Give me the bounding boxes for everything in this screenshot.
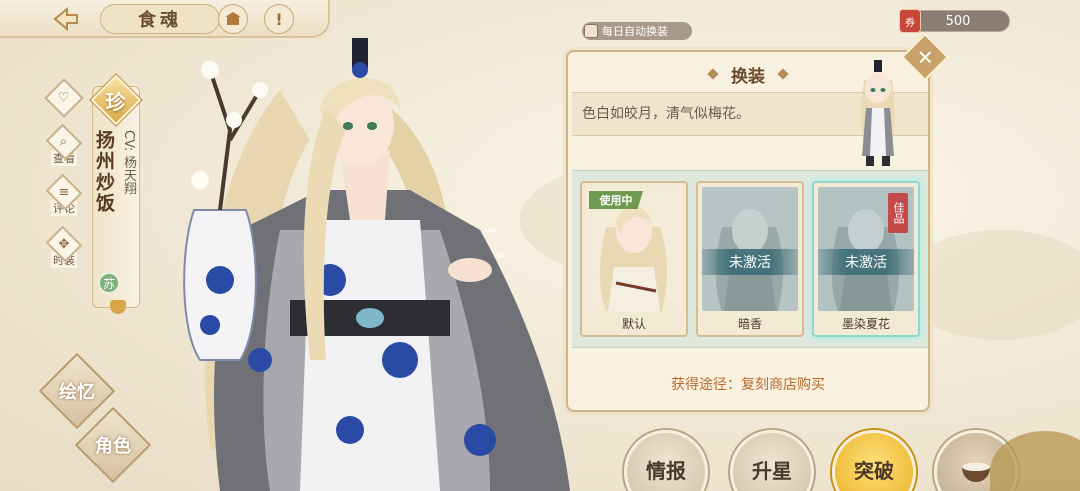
locked-label: 未激活: [729, 255, 771, 271]
breakthrough-label: 突破: [854, 459, 894, 483]
panel-title: 换装: [731, 66, 765, 87]
region-badge: 苏: [98, 272, 120, 294]
skin-card-moranxiahua[interactable]: 佳品 未激活 墨染夏花: [812, 181, 920, 337]
ticket-icon: 券: [899, 9, 921, 33]
favorite-button[interactable]: ♡: [44, 78, 84, 120]
costume-button[interactable]: ✥ 时装: [45, 225, 83, 268]
ornament-icon: [707, 68, 719, 80]
skin-card-anxiang[interactable]: 未激活 暗香: [696, 181, 804, 337]
view-button[interactable]: ⌕ 查看: [45, 123, 83, 166]
close-icon: ✕: [916, 44, 934, 69]
locked-label: 未激活: [845, 255, 887, 271]
character-name: 扬州炒饭: [93, 130, 115, 214]
info-label: 情报: [646, 459, 686, 483]
skin-art: 佳品 未激活: [818, 187, 914, 311]
skin-list: 使用中 默认 未激活 暗香 佳品 未激活 墨染夏花: [572, 170, 928, 348]
heart-icon: ♡: [44, 78, 84, 118]
skin-art: 未激活: [702, 187, 798, 311]
voice-actor: CV: 杨天翔: [121, 130, 136, 195]
currency-display: 券 500: [899, 9, 1010, 33]
skin-name: 墨染夏花: [841, 317, 890, 331]
back-button[interactable]: [48, 4, 84, 34]
chibi-preview: [861, 60, 895, 166]
rarity-badge: 珍: [90, 74, 142, 126]
description-text: 色白如皎月，清气似梅花。: [582, 106, 750, 122]
bowl-icon: [962, 463, 990, 482]
auto-change-toggle[interactable]: 每日自动换装: [582, 22, 692, 40]
costume-panel: 换装 色白如皎月，清气似梅花。 ✕ 使用中 默认 未激活 暗香 佳品 未激活 墨…: [566, 32, 950, 412]
skin-card-default[interactable]: 使用中 默认: [580, 181, 688, 337]
locked-band: 未激活: [702, 249, 798, 275]
role-label: 角色: [95, 436, 131, 457]
quality-tag: 佳品: [888, 193, 908, 233]
using-tag: 使用中: [589, 191, 643, 209]
back-arrow-icon: [53, 6, 78, 32]
auto-change-label: 每日自动换装: [602, 25, 668, 38]
ornament-icon: [777, 68, 789, 80]
currency-value: 500: [945, 13, 971, 29]
acquire-source: 获得途径：复刻商店购买: [671, 377, 825, 393]
rarity-label: 珍: [106, 89, 126, 114]
locked-band: 未激活: [818, 249, 914, 275]
memory-label: 绘忆: [59, 382, 95, 403]
skin-name: 暗香: [737, 317, 762, 331]
comment-button[interactable]: ≡ 评论: [45, 173, 83, 216]
skin-art: 使用中: [586, 187, 682, 311]
character-illustration: [183, 38, 571, 491]
star-up-label: 升星: [752, 459, 792, 483]
auto-change-checkbox[interactable]: [584, 24, 598, 38]
skin-name: 默认: [621, 317, 646, 331]
